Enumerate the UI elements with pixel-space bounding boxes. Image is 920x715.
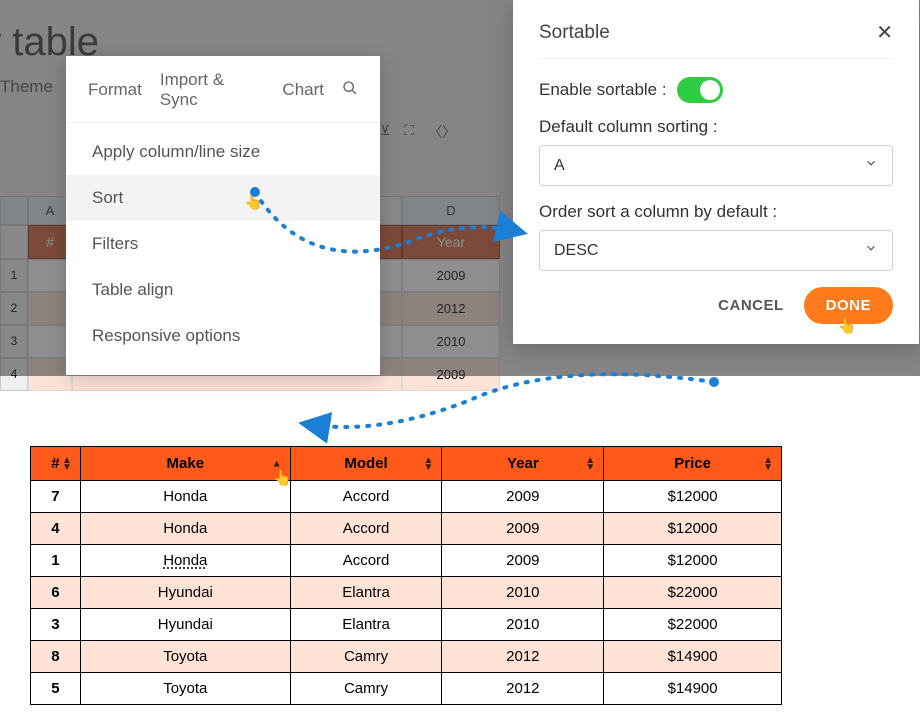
cell-model: Accord (290, 545, 442, 577)
cell-make: Honda (80, 481, 290, 513)
sort-icon: ▲▼ (424, 457, 434, 471)
cell-make: Hyundai (80, 609, 290, 641)
th-model[interactable]: Model ▲▼ (290, 447, 442, 481)
cell-model: Accord (290, 513, 442, 545)
tab-chart[interactable]: Chart (282, 80, 324, 100)
cell-year: 2010 (442, 609, 604, 641)
table-row: 6HyundaiElantra2010$22000 (31, 577, 782, 609)
th-year-label: Year (507, 455, 539, 472)
cell-price: $14900 (604, 673, 782, 705)
cell-num: 8 (31, 641, 81, 673)
hand-cursor-icon: 👆 (244, 193, 263, 211)
sort-icon: ▲▼ (585, 457, 595, 471)
menu-filters[interactable]: Filters (66, 221, 380, 267)
menubar: Theme (0, 77, 53, 97)
cell-make: Toyota (80, 641, 290, 673)
th-model-label: Model (344, 455, 387, 472)
cell-model: Elantra (290, 577, 442, 609)
underline-icon[interactable]: ⊻ (380, 122, 390, 142)
toolbar-fragment: ⊻ ⛶ 〈〉 (380, 122, 456, 142)
sort-icon: ▲▼ (62, 457, 72, 471)
enable-sortable-label: Enable sortable : (539, 80, 667, 100)
result-table-panel: # ▲▼ Make ▲ 👆 Model ▲▼ Year ▲▼ Price (20, 436, 795, 715)
cell-year: 2012 (442, 673, 604, 705)
table-row: 8ToyotaCamry2012$14900 (31, 641, 782, 673)
th-num[interactable]: # ▲▼ (31, 447, 81, 481)
close-icon[interactable]: ✕ (876, 23, 893, 43)
sort-icon: ▲▼ (763, 457, 773, 471)
cell-num: 3 (31, 609, 81, 641)
th-price-label: Price (674, 455, 711, 472)
cancel-button[interactable]: CANCEL (718, 297, 784, 314)
cell-model: Camry (290, 641, 442, 673)
tab-format[interactable]: Format (88, 80, 142, 100)
search-icon[interactable] (342, 80, 358, 101)
th-year[interactable]: Year ▲▼ (442, 447, 604, 481)
cell-year: 2012 (442, 641, 604, 673)
th-make[interactable]: Make ▲ 👆 (80, 447, 290, 481)
cell-price: $12000 (604, 545, 782, 577)
order-sort-select[interactable]: DESC (539, 230, 893, 271)
default-sort-label: Default column sorting : (539, 117, 893, 137)
cell-num: 1 (31, 545, 81, 577)
sortable-modal: Sortable ✕ Enable sortable : Default col… (513, 0, 919, 344)
th-price[interactable]: Price ▲▼ (604, 447, 782, 481)
format-dropdown: Format Import & Sync Chart Apply column/… (66, 56, 380, 375)
cell-make: Hyundai (80, 577, 290, 609)
table-row: 1HondaAccord2009$12000 (31, 545, 782, 577)
fullscreen-icon[interactable]: ⛶ (404, 122, 414, 142)
cell-make: Honda (80, 545, 290, 577)
cell-year: 2009 (442, 513, 604, 545)
cell-num: 5 (31, 673, 81, 705)
menu-sort-label: Sort (92, 188, 123, 207)
cell-num: 7 (31, 481, 81, 513)
bg-header-year: Year (402, 225, 500, 259)
tab-import-sync[interactable]: Import & Sync (160, 70, 265, 110)
modal-title: Sortable (539, 22, 610, 44)
enable-sortable-toggle[interactable] (677, 77, 723, 103)
table-row: 7HondaAccord2009$12000 (31, 481, 782, 513)
sort-asc-icon: ▲ (272, 460, 282, 467)
cell-make: Honda (80, 513, 290, 545)
cell-model: Camry (290, 673, 442, 705)
table-row: 4HondaAccord2009$12000 (31, 513, 782, 545)
cell-price: $22000 (604, 577, 782, 609)
cell-price: $12000 (604, 481, 782, 513)
table-row: 3HyundaiElantra2010$22000 (31, 609, 782, 641)
chevron-down-icon (864, 156, 878, 175)
th-num-label: # (51, 455, 59, 472)
th-make-label: Make (167, 455, 205, 472)
result-table: # ▲▼ Make ▲ 👆 Model ▲▼ Year ▲▼ Price (30, 446, 782, 705)
cell-year: 2010 (442, 577, 604, 609)
order-sort-label: Order sort a column by default : (539, 202, 893, 222)
done-button[interactable]: DONE 👆 (804, 287, 893, 324)
order-sort-value: DESC (554, 242, 598, 260)
cell-model: Elantra (290, 609, 442, 641)
cell-year: 2009 (442, 545, 604, 577)
cell-price: $22000 (604, 609, 782, 641)
cell-make: Toyota (80, 673, 290, 705)
menu-responsive[interactable]: Responsive options (66, 313, 380, 359)
menu-table-align[interactable]: Table align (66, 267, 380, 313)
menu-sort[interactable]: Sort 👆 (66, 175, 380, 221)
cell-num: 4 (31, 513, 81, 545)
done-button-label: DONE (826, 297, 871, 314)
table-row: 5ToyotaCamry2012$14900 (31, 673, 782, 705)
col-letter-d[interactable]: D (402, 196, 500, 225)
code-icon[interactable]: 〈〉 (428, 122, 456, 142)
cell-price: $14900 (604, 641, 782, 673)
cell-year: 2009 (442, 481, 604, 513)
cell-num: 6 (31, 577, 81, 609)
cell-price: $12000 (604, 513, 782, 545)
menu-apply-col-size[interactable]: Apply column/line size (66, 129, 380, 175)
default-sort-value: A (554, 157, 565, 175)
default-sort-select[interactable]: A (539, 145, 893, 186)
cell-model: Accord (290, 481, 442, 513)
chevron-down-icon (864, 241, 878, 260)
hand-cursor-icon: 👆 (838, 317, 857, 335)
tab-theme[interactable]: Theme (0, 77, 53, 97)
